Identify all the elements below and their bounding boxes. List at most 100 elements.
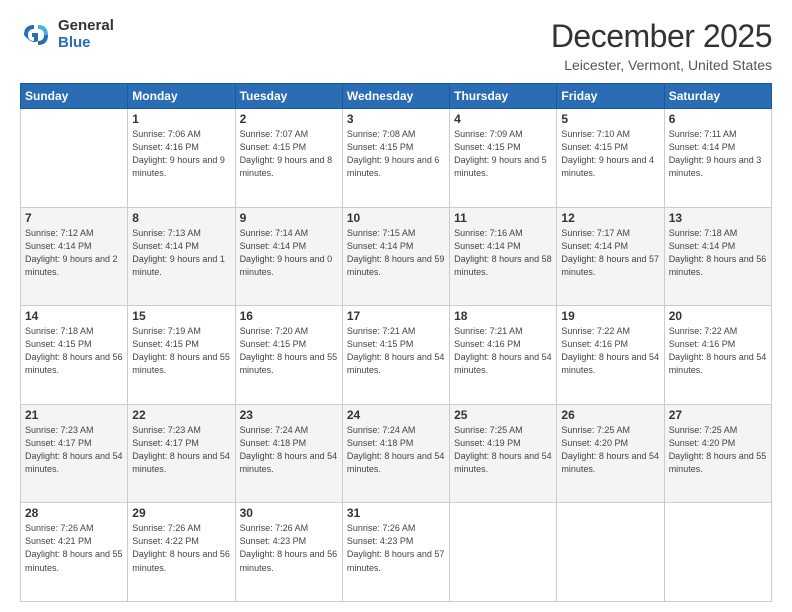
day-number: 30 (240, 506, 338, 520)
page: General Blue December 2025 Leicester, Ve… (0, 0, 792, 612)
table-row: 30 Sunrise: 7:26 AMSunset: 4:23 PMDayligh… (235, 503, 342, 602)
table-row: 26 Sunrise: 7:25 AMSunset: 4:20 PMDayligh… (557, 404, 664, 503)
day-info: Sunrise: 7:17 AMSunset: 4:14 PMDaylight:… (561, 227, 659, 279)
calendar-week-4: 21 Sunrise: 7:23 AMSunset: 4:17 PMDayligh… (21, 404, 772, 503)
table-row: 25 Sunrise: 7:25 AMSunset: 4:19 PMDayligh… (450, 404, 557, 503)
day-number: 16 (240, 309, 338, 323)
day-info: Sunrise: 7:24 AMSunset: 4:18 PMDaylight:… (240, 424, 338, 476)
table-row: 22Sunrise: 7:23 AMSunset: 4:17 PMDayligh… (128, 404, 235, 503)
header: General Blue December 2025 Leicester, Ve… (20, 18, 772, 73)
day-number: 31 (347, 506, 445, 520)
day-number: 4 (454, 112, 552, 126)
calendar-week-3: 14 Sunrise: 7:18 AMSunset: 4:15 PMDayligh… (21, 306, 772, 405)
table-row: 2 Sunrise: 7:07 AMSunset: 4:15 PMDaylight… (235, 109, 342, 208)
day-info: Sunrise: 7:25 AMSunset: 4:20 PMDaylight:… (561, 424, 659, 476)
day-info: Sunrise: 7:09 AMSunset: 4:15 PMDaylight:… (454, 128, 552, 180)
day-number: 18 (454, 309, 552, 323)
day-number: 2 (240, 112, 338, 126)
day-number: 20 (669, 309, 767, 323)
table-row: 13 Sunrise: 7:18 AMSunset: 4:14 PMDayligh… (664, 207, 771, 306)
table-row: 14 Sunrise: 7:18 AMSunset: 4:15 PMDayligh… (21, 306, 128, 405)
day-info: Sunrise: 7:20 AMSunset: 4:15 PMDaylight:… (240, 325, 338, 377)
day-info: Sunrise: 7:07 AMSunset: 4:15 PMDaylight:… (240, 128, 338, 180)
calendar-table: Sunday Monday Tuesday Wednesday Thursday… (20, 83, 772, 602)
table-row: 10Sunrise: 7:15 AMSunset: 4:14 PMDayligh… (342, 207, 449, 306)
day-number: 26 (561, 408, 659, 422)
col-wednesday: Wednesday (342, 84, 449, 109)
table-row: 20 Sunrise: 7:22 AMSunset: 4:16 PMDayligh… (664, 306, 771, 405)
calendar-week-2: 7 Sunrise: 7:12 AMSunset: 4:14 PMDaylight… (21, 207, 772, 306)
calendar-week-5: 28Sunrise: 7:26 AMSunset: 4:21 PMDayligh… (21, 503, 772, 602)
table-row: 15 Sunrise: 7:19 AMSunset: 4:15 PMDayligh… (128, 306, 235, 405)
day-number: 21 (25, 408, 123, 422)
day-info: Sunrise: 7:22 AMSunset: 4:16 PMDaylight:… (669, 325, 767, 377)
table-row: 4 Sunrise: 7:09 AMSunset: 4:15 PMDaylight… (450, 109, 557, 208)
table-row: 31 Sunrise: 7:26 AMSunset: 4:23 PMDayligh… (342, 503, 449, 602)
table-row (557, 503, 664, 602)
day-info: Sunrise: 7:25 AMSunset: 4:19 PMDaylight:… (454, 424, 552, 476)
table-row (450, 503, 557, 602)
main-title: December 2025 (551, 18, 772, 55)
day-info: Sunrise: 7:23 AMSunset: 4:17 PMDaylight:… (132, 424, 230, 476)
logo-text: General Blue (58, 18, 114, 51)
col-saturday: Saturday (664, 84, 771, 109)
table-row: 28Sunrise: 7:26 AMSunset: 4:21 PMDayligh… (21, 503, 128, 602)
day-number: 3 (347, 112, 445, 126)
day-number: 5 (561, 112, 659, 126)
day-number: 24 (347, 408, 445, 422)
table-row: 5 Sunrise: 7:10 AMSunset: 4:15 PMDaylight… (557, 109, 664, 208)
table-row: 6 Sunrise: 7:11 AMSunset: 4:14 PMDaylight… (664, 109, 771, 208)
day-number: 25 (454, 408, 552, 422)
table-row: 16 Sunrise: 7:20 AMSunset: 4:15 PMDayligh… (235, 306, 342, 405)
logo-icon (20, 19, 52, 51)
day-number: 12 (561, 211, 659, 225)
day-info: Sunrise: 7:25 AMSunset: 4:20 PMDaylight:… (669, 424, 767, 476)
logo-blue-text: Blue (58, 35, 114, 52)
day-number: 11 (454, 211, 552, 225)
day-info: Sunrise: 7:18 AMSunset: 4:15 PMDaylight:… (25, 325, 123, 377)
table-row: 1Sunrise: 7:06 AMSunset: 4:16 PMDaylight… (128, 109, 235, 208)
day-info: Sunrise: 7:23 AMSunset: 4:17 PMDaylight:… (25, 424, 123, 476)
day-info: Sunrise: 7:14 AMSunset: 4:14 PMDaylight:… (240, 227, 338, 279)
day-info: Sunrise: 7:26 AMSunset: 4:22 PMDaylight:… (132, 522, 230, 574)
day-info: Sunrise: 7:22 AMSunset: 4:16 PMDaylight:… (561, 325, 659, 377)
table-row: 12 Sunrise: 7:17 AMSunset: 4:14 PMDayligh… (557, 207, 664, 306)
table-row: 27 Sunrise: 7:25 AMSunset: 4:20 PMDayligh… (664, 404, 771, 503)
table-row (664, 503, 771, 602)
day-info: Sunrise: 7:26 AMSunset: 4:23 PMDaylight:… (347, 522, 445, 574)
table-row: 11 Sunrise: 7:16 AMSunset: 4:14 PMDayligh… (450, 207, 557, 306)
day-number: 15 (132, 309, 230, 323)
day-number: 7 (25, 211, 123, 225)
day-info: Sunrise: 7:18 AMSunset: 4:14 PMDaylight:… (669, 227, 767, 279)
day-number: 6 (669, 112, 767, 126)
day-info: Sunrise: 7:12 AMSunset: 4:14 PMDaylight:… (25, 227, 123, 279)
col-sunday: Sunday (21, 84, 128, 109)
day-number: 14 (25, 309, 123, 323)
day-info: Sunrise: 7:11 AMSunset: 4:14 PMDaylight:… (669, 128, 767, 180)
day-number: 10 (347, 211, 445, 225)
day-info: Sunrise: 7:19 AMSunset: 4:15 PMDaylight:… (132, 325, 230, 377)
day-info: Sunrise: 7:08 AMSunset: 4:15 PMDaylight:… (347, 128, 445, 180)
table-row: 24Sunrise: 7:24 AMSunset: 4:18 PMDayligh… (342, 404, 449, 503)
col-thursday: Thursday (450, 84, 557, 109)
day-info: Sunrise: 7:21 AMSunset: 4:15 PMDaylight:… (347, 325, 445, 377)
day-number: 13 (669, 211, 767, 225)
calendar-week-1: 1Sunrise: 7:06 AMSunset: 4:16 PMDaylight… (21, 109, 772, 208)
day-number: 27 (669, 408, 767, 422)
day-info: Sunrise: 7:16 AMSunset: 4:14 PMDaylight:… (454, 227, 552, 279)
logo: General Blue (20, 18, 114, 51)
table-row: 9 Sunrise: 7:14 AMSunset: 4:14 PMDaylight… (235, 207, 342, 306)
day-number: 9 (240, 211, 338, 225)
day-info: Sunrise: 7:10 AMSunset: 4:15 PMDaylight:… (561, 128, 659, 180)
day-number: 8 (132, 211, 230, 225)
day-info: Sunrise: 7:26 AMSunset: 4:23 PMDaylight:… (240, 522, 338, 574)
day-info: Sunrise: 7:21 AMSunset: 4:16 PMDaylight:… (454, 325, 552, 377)
table-row: 18 Sunrise: 7:21 AMSunset: 4:16 PMDayligh… (450, 306, 557, 405)
table-row: 3 Sunrise: 7:08 AMSunset: 4:15 PMDaylight… (342, 109, 449, 208)
day-number: 17 (347, 309, 445, 323)
col-monday: Monday (128, 84, 235, 109)
calendar-header-row: Sunday Monday Tuesday Wednesday Thursday… (21, 84, 772, 109)
table-row: 8 Sunrise: 7:13 AMSunset: 4:14 PMDaylight… (128, 207, 235, 306)
day-info: Sunrise: 7:13 AMSunset: 4:14 PMDaylight:… (132, 227, 230, 279)
day-number: 23 (240, 408, 338, 422)
